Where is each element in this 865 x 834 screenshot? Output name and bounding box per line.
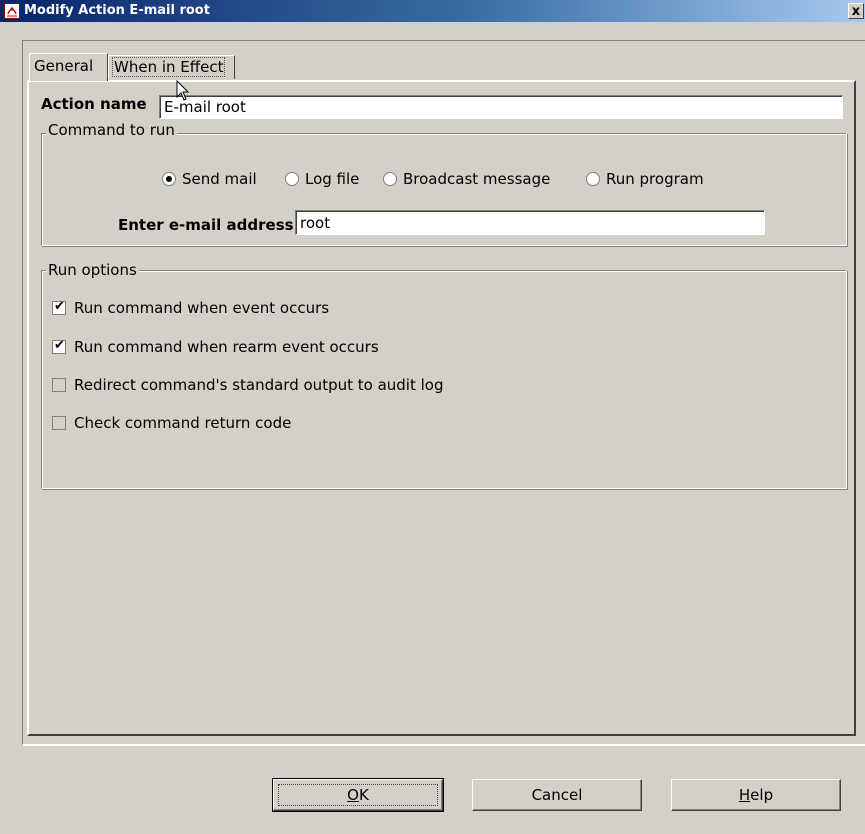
tab-general[interactable]: General	[29, 53, 108, 81]
window-title: Modify Action E-mail root	[24, 3, 210, 18]
cancel-button-label: Cancel	[531, 786, 583, 804]
java-app-icon	[4, 3, 20, 19]
checkbox-redirect-output-box	[52, 378, 66, 392]
command-to-run-title: Command to run	[46, 121, 177, 139]
run-options-title: Run options	[46, 261, 139, 279]
close-button[interactable]: x	[848, 3, 864, 19]
radio-broadcast-message[interactable]: Broadcast message	[383, 170, 550, 188]
checkbox-run-on-rearm-box	[52, 338, 66, 354]
help-button-label: Help	[739, 786, 773, 804]
checkbox-run-on-event[interactable]: Run command when event occurs	[52, 299, 329, 317]
general-tab-panel: Action name Command to run Send mail Log…	[27, 80, 856, 736]
tab-when-in-effect-label: When in Effect	[111, 57, 226, 77]
radio-broadcast-message-label: Broadcast message	[403, 170, 551, 188]
title-bar: Modify Action E-mail root x	[0, 0, 865, 22]
help-button[interactable]: Help	[671, 779, 841, 811]
radio-send-mail-label: Send mail	[182, 170, 257, 188]
help-rest: elp	[750, 786, 774, 804]
checkbox-run-on-rearm[interactable]: Run command when rearm event occurs	[52, 338, 379, 356]
radio-send-mail-indicator	[162, 172, 176, 186]
radio-run-program[interactable]: Run program	[586, 170, 704, 188]
tab-general-label: General	[34, 57, 94, 75]
radio-log-file-label: Log file	[305, 170, 360, 188]
email-address-input[interactable]	[295, 210, 765, 235]
ok-rest: K	[358, 786, 369, 804]
checkbox-check-return-code-label: Check command return code	[74, 414, 292, 432]
checkbox-redirect-output-label: Redirect command's standard output to au…	[74, 376, 444, 394]
ok-mnemonic: O	[347, 786, 359, 804]
radio-run-program-indicator	[586, 172, 600, 186]
checkbox-redirect-output[interactable]: Redirect command's standard output to au…	[52, 376, 443, 394]
checkbox-check-return-code-box	[52, 416, 66, 430]
action-name-label: Action name	[41, 95, 147, 113]
mouse-cursor-icon	[176, 79, 190, 106]
radio-broadcast-message-indicator	[383, 172, 397, 186]
help-mnemonic: H	[738, 786, 751, 804]
radio-run-program-label: Run program	[606, 170, 704, 188]
checkbox-run-on-rearm-label: Run command when rearm event occurs	[74, 338, 379, 356]
radio-log-file-indicator	[285, 172, 299, 186]
tab-when-in-effect[interactable]: When in Effect	[108, 55, 235, 79]
radio-log-file[interactable]: Log file	[285, 170, 359, 188]
action-name-input[interactable]	[159, 95, 843, 119]
ok-button-label: OK	[274, 780, 442, 810]
checkbox-run-on-event-label: Run command when event occurs	[74, 299, 330, 317]
ok-button[interactable]: OK	[272, 778, 444, 812]
email-address-label: Enter e-mail address	[118, 216, 294, 234]
cancel-button[interactable]: Cancel	[472, 779, 642, 811]
radio-send-mail[interactable]: Send mail	[162, 170, 257, 188]
checkbox-check-return-code[interactable]: Check command return code	[52, 414, 291, 432]
checkbox-run-on-event-box	[52, 299, 66, 315]
